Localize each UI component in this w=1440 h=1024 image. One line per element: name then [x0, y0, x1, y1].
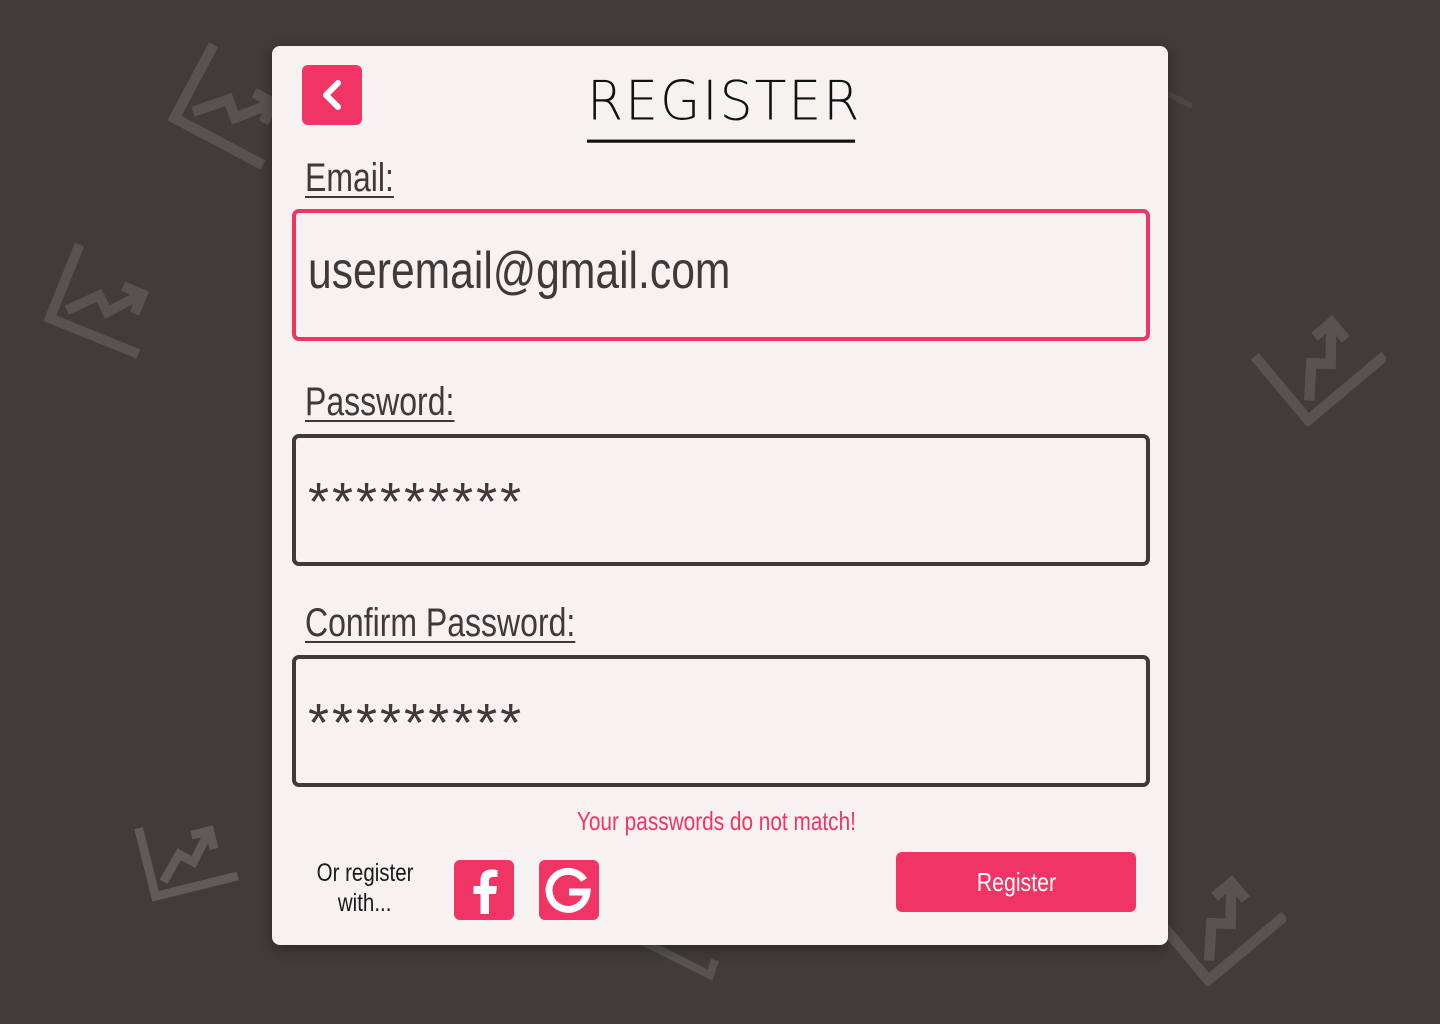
google-icon	[545, 867, 591, 913]
error-text: Your passwords do not match!	[576, 806, 856, 836]
back-button[interactable]	[302, 65, 362, 125]
trending-chart-icon	[1250, 315, 1386, 426]
confirm-password-value: *********	[308, 693, 525, 753]
email-value: useremail@gmail.com	[308, 242, 731, 300]
register-button[interactable]: Register	[896, 852, 1136, 912]
email-label: Email:	[305, 156, 394, 200]
password-mismatch-error[interactable]: Your passwords do not match!	[272, 806, 1160, 837]
password-field[interactable]: *********	[292, 434, 1150, 566]
chevron-left-icon	[323, 80, 341, 110]
trending-chart-icon	[1150, 875, 1286, 986]
google-register-button[interactable]	[539, 860, 599, 920]
page-title: REGISTER	[587, 70, 859, 143]
trending-chart-icon	[43, 242, 149, 359]
confirm-password-field[interactable]: *********	[292, 655, 1150, 787]
social-prompt-line1: Or register	[316, 859, 414, 887]
password-label: Password:	[305, 380, 455, 424]
password-value: *********	[308, 472, 525, 532]
confirm-password-label: Confirm Password:	[305, 601, 576, 645]
register-card: REGISTER Email: useremail@gmail.com Pass…	[272, 46, 1168, 945]
facebook-icon	[473, 869, 498, 914]
register-button-label: Register	[976, 866, 1056, 897]
facebook-register-button[interactable]	[454, 860, 514, 920]
social-prompt-line2: with...	[338, 889, 392, 917]
trending-chart-icon	[134, 825, 239, 902]
email-field[interactable]: useremail@gmail.com	[292, 209, 1150, 341]
social-prompt: Or register with...	[302, 858, 428, 918]
